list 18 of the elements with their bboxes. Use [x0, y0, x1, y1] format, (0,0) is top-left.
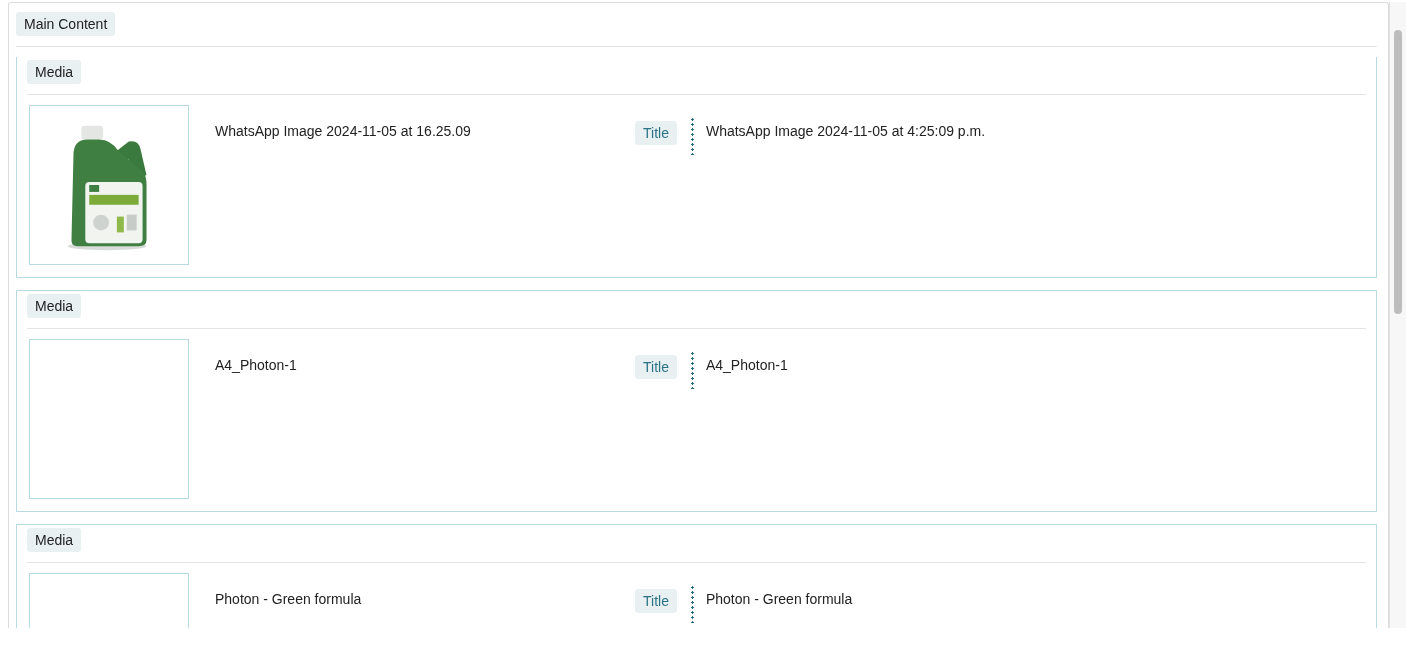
scrollbar[interactable] [1389, 2, 1406, 628]
field-label: Title [635, 355, 677, 379]
file-name: A4_Photon-1 [215, 356, 298, 373]
scrollbar-thumb[interactable] [1394, 30, 1402, 314]
field-label: Title [635, 589, 677, 613]
title-value: Photon - Green formula [705, 590, 853, 607]
media-label: Media [27, 528, 82, 552]
drag-handle[interactable] [690, 585, 694, 623]
drag-handle[interactable] [690, 351, 694, 389]
file-name: Photon - Green formula [215, 590, 363, 607]
file-name: WhatsApp Image 2024-11-05 at 16.25.09 [215, 122, 472, 139]
field-label: Title [635, 121, 677, 145]
title-value: WhatsApp Image 2024-11-05 at 4:25:09 p.m. [705, 122, 986, 139]
title-value: A4_Photon-1 [705, 356, 788, 373]
section-label: Main Content [16, 12, 116, 36]
media-label: Media [27, 294, 82, 318]
media-label: Media [27, 60, 82, 84]
drag-handle[interactable] [690, 117, 694, 155]
